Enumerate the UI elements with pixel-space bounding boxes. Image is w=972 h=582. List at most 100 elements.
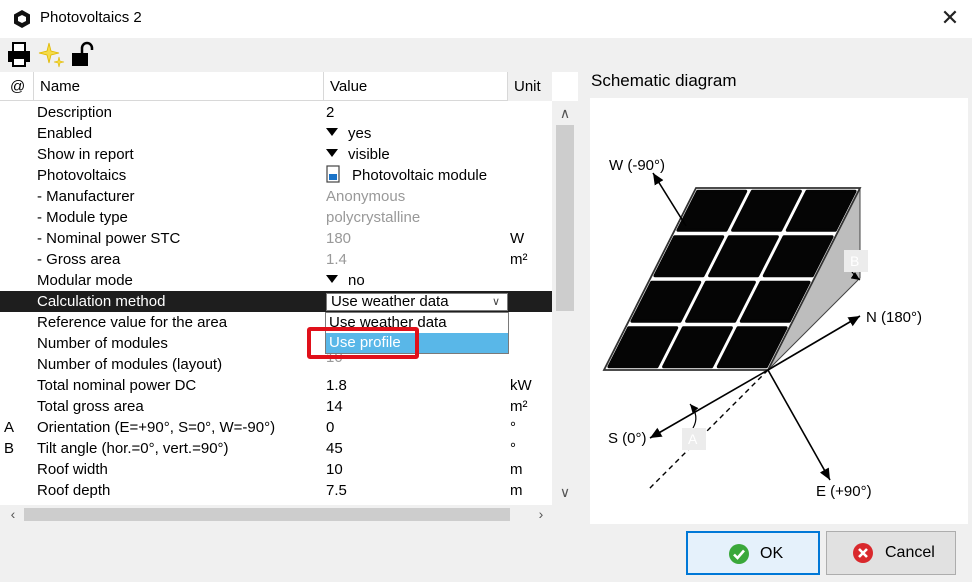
row-name: Roof depth — [37, 482, 111, 499]
table-row[interactable]: Modular mode no — [0, 270, 552, 291]
south-arrow — [649, 369, 769, 439]
horizontal-scrollbar[interactable]: ‹ › — [0, 505, 552, 524]
row-name: Photovoltaics — [37, 167, 127, 184]
table-row[interactable]: - Module type polycrystalline — [0, 207, 552, 228]
ok-button[interactable]: OK — [686, 531, 820, 575]
module-icon — [326, 165, 340, 183]
chevron-down-icon[interactable]: ∨ — [487, 294, 505, 310]
scroll-corner — [552, 507, 578, 524]
row-name: - Nominal power STC — [37, 230, 181, 247]
row-value[interactable]: 1.8 — [326, 375, 347, 396]
west-arrow — [652, 172, 687, 227]
row-unit: ° — [510, 419, 516, 436]
app-icon — [14, 10, 30, 28]
table-row-selected[interactable]: Calculation method Use weather data ∨ — [0, 291, 552, 312]
row-value-dropdown[interactable]: yes — [326, 123, 371, 144]
row-unit: kW — [510, 377, 532, 394]
vertical-scrollbar[interactable]: ∧ ∨ — [552, 101, 578, 507]
table-row[interactable]: Photovoltaics Photovoltaic module — [0, 165, 552, 186]
row-name: Calculation method — [37, 293, 166, 310]
table-row[interactable]: A Orientation (E=+90°, S=0°, W=-90°) 0 ° — [0, 417, 552, 438]
row-name: - Module type — [37, 209, 128, 226]
row-name: Orientation (E=+90°, S=0°, W=-90°) — [37, 419, 276, 436]
header-name[interactable]: Name — [34, 72, 324, 101]
row-name: Enabled — [37, 125, 93, 142]
row-value-dropdown[interactable]: visible — [326, 144, 390, 165]
checkmark-icon — [729, 544, 749, 564]
row-value: polycrystalline — [326, 209, 421, 226]
row-unit: m — [510, 461, 523, 478]
row-name: Show in report — [37, 146, 134, 163]
row-name: Roof width — [37, 461, 108, 478]
scroll-down-icon[interactable]: ∨ — [552, 482, 578, 502]
row-unit: m² — [510, 398, 528, 415]
dropdown-triangle-icon — [326, 149, 338, 157]
row-value[interactable]: 7.5 — [326, 480, 347, 501]
highlight-callout — [307, 327, 419, 359]
table-row[interactable]: Enabled yes — [0, 123, 552, 144]
row-marker: B — [4, 440, 15, 457]
table-row[interactable]: - Nominal power STC 180 W — [0, 228, 552, 249]
row-name: Total nominal power DC — [37, 377, 197, 394]
printer-icon[interactable] — [5, 40, 35, 70]
row-value: Anonymous — [326, 188, 406, 205]
row-value-text: visible — [348, 146, 390, 163]
row-name: - Gross area — [37, 251, 121, 268]
table-row[interactable]: Roof depth 7.5 m — [0, 480, 552, 501]
table-row[interactable]: Roof width 10 m — [0, 459, 552, 480]
row-unit: W — [510, 230, 525, 247]
row-unit: m² — [510, 251, 528, 268]
row-value-module[interactable]: Photovoltaic module — [326, 165, 487, 186]
label-south: S (0°) — [608, 430, 647, 447]
table-row[interactable]: Description 2 — [0, 102, 552, 123]
row-name: Description — [37, 104, 113, 121]
row-name: Modular mode — [37, 272, 133, 289]
row-name: Reference value for the area — [37, 314, 228, 331]
row-value-text: no — [348, 272, 365, 289]
dropdown-triangle-icon — [326, 128, 338, 136]
sparkle-icon[interactable] — [37, 40, 67, 70]
table-row[interactable]: - Gross area 1.4 m² — [0, 249, 552, 270]
schematic-panel: W (-90°) N (180°) S (0°) E (+90°) A B — [590, 98, 968, 524]
cancel-label: Cancel — [885, 544, 935, 561]
table-row[interactable]: Show in report visible — [0, 144, 552, 165]
dropdown-triangle-icon — [326, 275, 338, 283]
row-value[interactable]: 10 — [326, 459, 343, 480]
table-row[interactable]: B Tilt angle (hor.=0°, vert.=90°) 45 ° — [0, 438, 552, 459]
table-row[interactable]: Total gross area 14 m² — [0, 396, 552, 417]
row-value-dropdown[interactable]: no — [326, 270, 365, 291]
cancel-button[interactable]: Cancel — [826, 531, 956, 575]
row-name: Number of modules (layout) — [37, 356, 223, 373]
scroll-left-icon[interactable]: ‹ — [2, 505, 24, 524]
header-unit[interactable]: Unit — [508, 72, 552, 101]
title-bar: Photovoltaics 2 ✕ — [0, 0, 972, 38]
row-value[interactable]: 0 — [326, 417, 334, 438]
label-west: W (-90°) — [609, 157, 665, 174]
row-value[interactable]: 45 — [326, 438, 343, 459]
scrollbar-thumb[interactable] — [556, 125, 574, 311]
row-unit: ° — [510, 440, 516, 457]
scroll-up-icon[interactable]: ∧ — [552, 103, 578, 123]
row-value[interactable]: 14 — [326, 396, 343, 417]
calculation-method-select[interactable]: Use weather data ∨ — [326, 293, 508, 311]
toolbar — [0, 38, 972, 72]
scroll-right-icon[interactable]: › — [530, 505, 552, 524]
label-b: B — [850, 253, 859, 269]
grid-header: @ Name Value Unit — [0, 72, 552, 101]
cancel-x-icon — [853, 543, 873, 563]
row-value: 180 — [326, 230, 352, 247]
unlock-icon[interactable] — [68, 40, 98, 70]
row-value[interactable]: 2 — [326, 102, 334, 123]
angle-a-arc — [689, 403, 699, 429]
table-row[interactable]: Number of modules (layout) 10 — [0, 349, 552, 375]
row-name: Total gross area — [37, 398, 144, 415]
scrollbar-thumb[interactable] — [24, 508, 510, 521]
row-name: Tilt angle (hor.=0°, vert.=90°) — [37, 440, 229, 457]
schematic-diagram: W (-90°) N (180°) S (0°) E (+90°) A B — [602, 157, 922, 500]
property-grid: @ Name Value Unit Description 2 Enabled … — [0, 72, 578, 524]
close-icon[interactable]: ✕ — [938, 6, 962, 30]
row-value-text: Photovoltaic module — [352, 167, 488, 184]
header-value[interactable]: Value — [324, 72, 508, 101]
table-row[interactable]: - Manufacturer Anonymous — [0, 186, 552, 207]
table-row[interactable]: Total nominal power DC 1.8 kW — [0, 375, 552, 396]
